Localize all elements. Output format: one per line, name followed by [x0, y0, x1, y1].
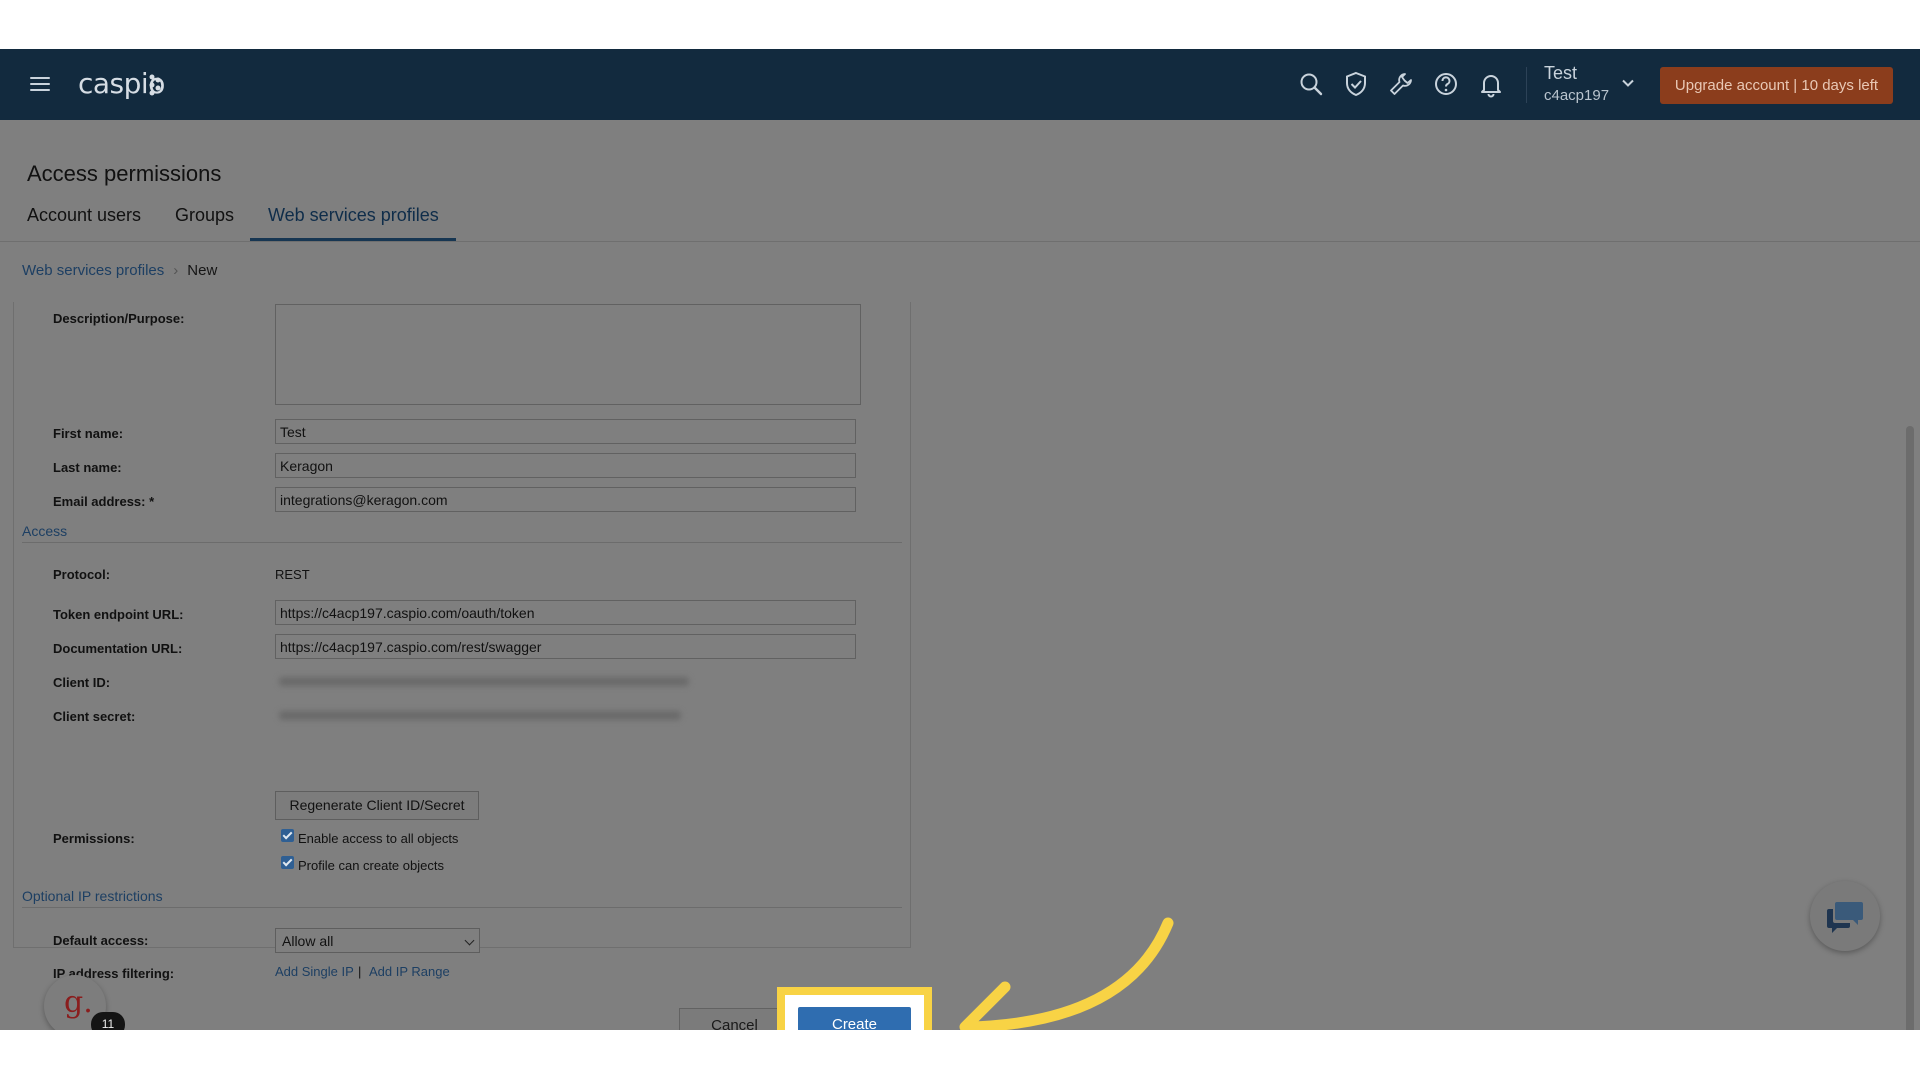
- g-logo: g.: [64, 985, 93, 1020]
- header-divider: [1526, 67, 1527, 103]
- upgrade-account-button[interactable]: Upgrade account | 10 days left: [1660, 67, 1893, 104]
- pointer-arrow-icon: [959, 917, 1174, 1030]
- search-icon[interactable]: [1296, 69, 1326, 99]
- chevron-down-icon[interactable]: [1620, 75, 1636, 91]
- ip-link-separator: |: [358, 964, 362, 979]
- access-section-divider: [22, 542, 902, 543]
- user-account-id: c4acp197: [1544, 87, 1610, 104]
- client-secret-value-redacted: [275, 702, 855, 728]
- menu-icon[interactable]: [30, 77, 50, 91]
- breadcrumb-chevron-icon: ›: [173, 262, 179, 279]
- notification-count-badge: 11: [91, 1012, 125, 1030]
- documentation-url-input[interactable]: https://c4acp197.caspio.com/rest/swagger: [275, 634, 856, 659]
- permissions-label: Permissions:: [53, 831, 135, 846]
- enable-access-label: Enable access to all objects: [298, 831, 459, 846]
- shield-icon[interactable]: [1341, 69, 1371, 99]
- tab-groups[interactable]: Groups: [175, 205, 234, 226]
- tab-account-users[interactable]: Account users: [27, 205, 141, 226]
- email-label: Email address: *: [53, 494, 155, 509]
- chevron-down-icon: [464, 935, 475, 946]
- client-secret-label: Client secret:: [53, 709, 136, 724]
- bell-icon[interactable]: [1476, 69, 1506, 99]
- cancel-button[interactable]: Cancel: [679, 1008, 790, 1030]
- chat-bubble-icon: [1827, 902, 1863, 933]
- user-menu[interactable]: Test c4acp197: [1544, 63, 1609, 104]
- regenerate-credentials-button[interactable]: Regenerate Client ID/Secret: [275, 791, 479, 820]
- enable-access-checkbox[interactable]: [281, 829, 294, 842]
- create-objects-checkbox[interactable]: [281, 856, 294, 869]
- add-ip-range-link[interactable]: Add IP Range: [369, 964, 450, 979]
- help-icon[interactable]: [1431, 69, 1461, 99]
- description-textarea[interactable]: [275, 304, 861, 405]
- page-title: Access permissions: [27, 161, 222, 186]
- default-access-select[interactable]: Allow all: [275, 928, 480, 953]
- vertical-scrollbar[interactable]: [1906, 426, 1914, 1030]
- create-objects-label: Profile can create objects: [298, 858, 444, 873]
- default-access-value: Allow all: [282, 933, 334, 949]
- chat-widget-button[interactable]: [1810, 881, 1880, 951]
- protocol-value: REST: [275, 567, 310, 582]
- client-id-value-redacted: [275, 668, 855, 694]
- breadcrumb-current: New: [187, 262, 218, 279]
- top-nav-bar: caspio Test c4acp197 Upgrade account | 1…: [0, 49, 1920, 120]
- wrench-icon[interactable]: [1386, 69, 1416, 99]
- active-tab-indicator: [250, 238, 456, 241]
- tab-bar: Account users Groups Web services profil…: [0, 199, 1920, 242]
- app-window: caspio Test c4acp197 Upgrade account | 1…: [0, 49, 1920, 1030]
- access-section-title: Access: [22, 523, 68, 539]
- user-name: Test: [1544, 63, 1578, 83]
- first-name-label: First name:: [53, 426, 124, 441]
- breadcrumb-web-services-profiles[interactable]: Web services profiles: [22, 262, 164, 279]
- documentation-url-label: Documentation URL:: [53, 641, 183, 656]
- token-endpoint-label: Token endpoint URL:: [53, 607, 184, 622]
- last-name-label: Last name:: [53, 460, 122, 475]
- tab-web-services-profiles[interactable]: Web services profiles: [268, 205, 439, 226]
- ip-section-divider: [22, 907, 902, 908]
- breadcrumb: Web services profiles › New: [22, 262, 217, 279]
- email-input[interactable]: integrations@keragon.com: [275, 487, 856, 512]
- token-endpoint-input[interactable]: https://c4acp197.caspio.com/oauth/token: [275, 600, 856, 625]
- description-label: Description/Purpose:: [53, 311, 185, 326]
- logo-dots-icon: [149, 74, 161, 96]
- last-name-input[interactable]: Keragon: [275, 453, 856, 478]
- default-access-label: Default access:: [53, 933, 149, 948]
- first-name-input[interactable]: Test: [275, 419, 856, 444]
- ip-restrictions-section-title: Optional IP restrictions: [22, 888, 163, 904]
- add-single-ip-link[interactable]: Add Single IP: [275, 964, 354, 979]
- client-id-label: Client ID:: [53, 675, 111, 690]
- protocol-label: Protocol:: [53, 567, 111, 582]
- create-button[interactable]: Create: [798, 1007, 911, 1030]
